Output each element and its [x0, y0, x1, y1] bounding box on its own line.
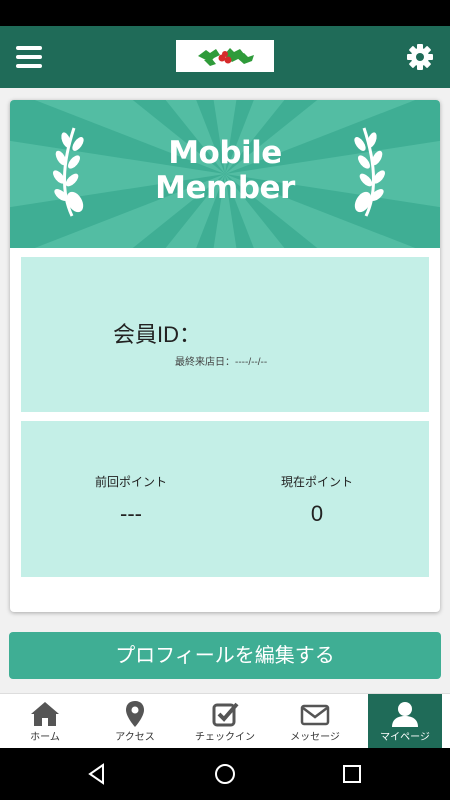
main-content: Mobile Member 会員ID： 最終来店日：----/--/-- 前回ポ… — [0, 88, 450, 693]
user-icon — [389, 700, 421, 728]
edit-profile-button[interactable]: プロフィールを編集する — [9, 632, 441, 679]
gear-icon[interactable] — [406, 43, 434, 71]
banner-title: Mobile Member — [10, 136, 440, 206]
banner-title-line2: Member — [155, 170, 295, 206]
tab-home-label: ホーム — [30, 732, 60, 743]
member-card: Mobile Member 会員ID： 最終来店日：----/--/-- 前回ポ… — [10, 100, 440, 612]
holly-logo — [176, 40, 274, 72]
current-points-label: 現在ポイント — [280, 475, 353, 489]
home-circle-icon[interactable] — [214, 763, 236, 785]
map-pin-icon — [119, 700, 151, 728]
tab-mypage-label: マイページ — [380, 732, 430, 743]
member-id-label: 会員ID： — [113, 322, 202, 347]
system-navigation-bar — [0, 748, 450, 800]
tab-checkin-label: チェックイン — [195, 732, 255, 743]
tab-mypage[interactable]: マイページ — [368, 694, 442, 749]
app-header — [0, 26, 450, 88]
status-bar — [0, 0, 450, 26]
points-panel: 前回ポイント --- 現在ポイント 0 — [21, 421, 429, 577]
back-icon[interactable] — [86, 763, 108, 785]
tab-checkin[interactable]: チェックイン — [180, 694, 270, 749]
recents-square-icon[interactable] — [341, 763, 363, 785]
mail-icon — [299, 700, 331, 728]
previous-points-label: 前回ポイント — [94, 475, 167, 489]
tab-access[interactable]: アクセス — [90, 694, 180, 749]
tab-message-label: メッセージ — [290, 732, 340, 743]
member-banner: Mobile Member — [10, 100, 440, 248]
banner-title-line1: Mobile — [168, 135, 282, 171]
previous-points-value: --- — [120, 501, 142, 526]
tab-access-label: アクセス — [115, 732, 155, 743]
current-points-value: 0 — [310, 501, 324, 526]
tab-home[interactable]: ホーム — [0, 694, 90, 749]
last-visit-date: 最終来店日：----/--/-- — [175, 357, 268, 368]
home-icon — [29, 700, 61, 728]
tab-message[interactable]: メッセージ — [270, 694, 360, 749]
checkbox-icon — [209, 700, 241, 728]
bottom-tab-bar: ホーム アクセス チェックイン メッセージ マイページ — [0, 693, 450, 749]
member-id-panel: 会員ID： 最終来店日：----/--/-- — [21, 257, 429, 412]
hamburger-menu-icon[interactable] — [16, 46, 42, 68]
